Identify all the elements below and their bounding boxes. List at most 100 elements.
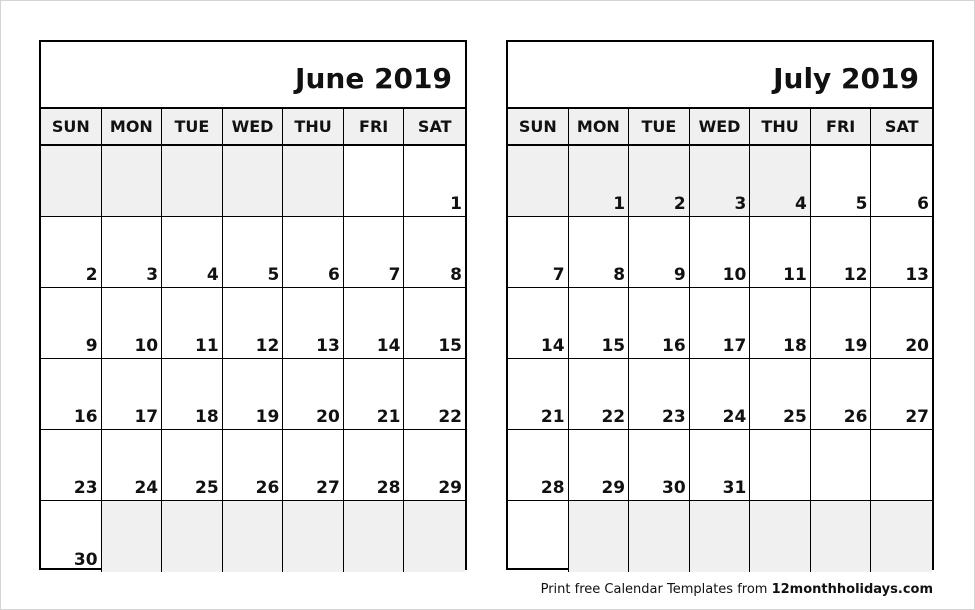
day-number: 9 bbox=[85, 336, 98, 356]
day-cell: 28 bbox=[343, 430, 405, 501]
day-cell: 27 bbox=[871, 359, 932, 430]
day-number: 25 bbox=[783, 407, 807, 427]
weekday-header: WED bbox=[222, 109, 284, 146]
day-cell bbox=[162, 146, 223, 217]
day-cell: 22 bbox=[568, 359, 630, 430]
day-number: 3 bbox=[734, 194, 747, 214]
day-cell: 2 bbox=[41, 217, 102, 288]
day-cell: 17 bbox=[689, 288, 751, 359]
month-title: July 2019 bbox=[508, 42, 932, 109]
day-cell bbox=[101, 146, 163, 217]
day-cell bbox=[810, 430, 872, 501]
day-cell: 11 bbox=[162, 288, 223, 359]
weekday-header: SAT bbox=[404, 109, 465, 146]
day-cell: 1 bbox=[568, 146, 630, 217]
day-cell: 24 bbox=[689, 359, 751, 430]
day-cell bbox=[750, 501, 811, 572]
day-number: 27 bbox=[905, 407, 929, 427]
day-cell bbox=[689, 501, 751, 572]
day-cell bbox=[283, 501, 344, 572]
day-number: 22 bbox=[601, 407, 626, 427]
day-cell bbox=[343, 501, 405, 572]
day-number: 23 bbox=[73, 478, 98, 498]
day-cell: 19 bbox=[810, 288, 872, 359]
day-number: 5 bbox=[267, 265, 280, 285]
day-cell: 21 bbox=[343, 359, 405, 430]
day-number: 16 bbox=[662, 336, 686, 356]
day-cell: 25 bbox=[750, 359, 811, 430]
day-cell bbox=[871, 430, 932, 501]
day-number: 10 bbox=[722, 265, 747, 285]
weekday-header: FRI bbox=[810, 109, 872, 146]
footer-text: Print free Calendar Templates from bbox=[540, 582, 772, 597]
day-number: 14 bbox=[376, 336, 401, 356]
day-cell: 3 bbox=[101, 217, 163, 288]
day-number: 10 bbox=[134, 336, 159, 356]
day-number: 1 bbox=[450, 194, 462, 214]
day-cell: 4 bbox=[162, 217, 223, 288]
day-number: 20 bbox=[905, 336, 929, 356]
day-cell: 31 bbox=[689, 430, 751, 501]
day-cell: 29 bbox=[404, 430, 465, 501]
day-cell: 9 bbox=[41, 288, 102, 359]
day-cell bbox=[101, 501, 163, 572]
day-cell: 20 bbox=[871, 288, 932, 359]
weekday-header: SUN bbox=[41, 109, 102, 146]
day-cell bbox=[343, 146, 405, 217]
day-number: 15 bbox=[601, 336, 626, 356]
day-number: 25 bbox=[195, 478, 219, 498]
day-cell: 24 bbox=[101, 430, 163, 501]
day-cell bbox=[283, 146, 344, 217]
weekday-header: TUE bbox=[162, 109, 223, 146]
day-number: 19 bbox=[255, 407, 280, 427]
day-cell: 10 bbox=[689, 217, 751, 288]
day-cell: 15 bbox=[568, 288, 630, 359]
day-cell: 16 bbox=[41, 359, 102, 430]
day-cell bbox=[404, 501, 465, 572]
day-cell: 8 bbox=[568, 217, 630, 288]
day-number: 13 bbox=[316, 336, 340, 356]
day-cell: 21 bbox=[508, 359, 569, 430]
calendar-grid: SUN MON TUE WED THU FRI SAT 1 2 3 4 5 6 7 8 9 10 11 12 13 14… bbox=[41, 109, 465, 572]
footer-credit: Print free Calendar Templates from 12mon… bbox=[541, 582, 933, 597]
day-cell: 28 bbox=[508, 430, 569, 501]
day-number: 29 bbox=[438, 478, 462, 498]
day-cell bbox=[41, 146, 102, 217]
day-number: 17 bbox=[722, 336, 747, 356]
day-number: 27 bbox=[316, 478, 340, 498]
day-number: 3 bbox=[146, 265, 159, 285]
day-cell: 12 bbox=[222, 288, 284, 359]
day-number: 15 bbox=[438, 336, 462, 356]
day-number: 2 bbox=[85, 265, 98, 285]
day-number: 18 bbox=[195, 407, 219, 427]
day-cell: 27 bbox=[283, 430, 344, 501]
day-cell bbox=[568, 501, 630, 572]
weekday-header: SUN bbox=[508, 109, 569, 146]
day-cell bbox=[629, 501, 690, 572]
day-number: 20 bbox=[316, 407, 340, 427]
day-cell: 23 bbox=[629, 359, 690, 430]
day-number: 4 bbox=[795, 194, 807, 214]
day-number: 7 bbox=[552, 265, 565, 285]
day-number: 6 bbox=[328, 265, 340, 285]
weekday-header: SAT bbox=[871, 109, 932, 146]
day-cell: 7 bbox=[343, 217, 405, 288]
day-cell: 6 bbox=[871, 146, 932, 217]
month-title: June 2019 bbox=[41, 42, 465, 109]
day-number: 21 bbox=[540, 407, 565, 427]
day-cell: 6 bbox=[283, 217, 344, 288]
weekday-header: THU bbox=[283, 109, 344, 146]
calendar-grid: SUN MON TUE WED THU FRI SAT 1 2 3 4 5 6 7 8 9 10 11 12 13 14… bbox=[508, 109, 932, 572]
day-cell: 26 bbox=[222, 430, 284, 501]
day-cell: 13 bbox=[871, 217, 932, 288]
day-number: 13 bbox=[905, 265, 929, 285]
day-number: 30 bbox=[73, 550, 98, 570]
day-number: 31 bbox=[722, 478, 747, 498]
day-cell: 20 bbox=[283, 359, 344, 430]
day-number: 1 bbox=[613, 194, 626, 214]
footer-site-link[interactable]: 12monthholidays.com bbox=[772, 582, 933, 597]
day-cell: 29 bbox=[568, 430, 630, 501]
day-cell bbox=[508, 501, 569, 572]
day-number: 17 bbox=[134, 407, 159, 427]
weekday-header: THU bbox=[750, 109, 811, 146]
